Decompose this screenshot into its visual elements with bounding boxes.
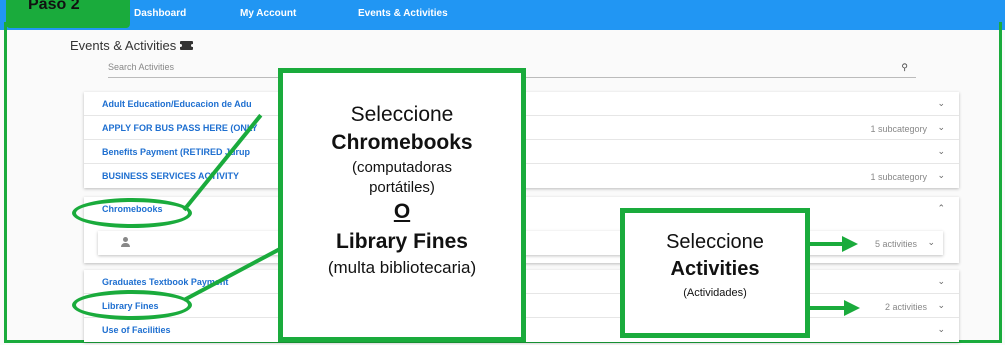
- category-label[interactable]: APPLY FOR BUS PASS HERE (ONLY: [102, 123, 258, 133]
- chevron-down-icon[interactable]: ⌄: [937, 300, 945, 311]
- callout-text: Chromebooks: [331, 131, 473, 154]
- chevron-down-icon[interactable]: ⌄: [937, 146, 945, 157]
- activities-count[interactable]: 2 activities: [885, 302, 927, 312]
- chevron-down-icon[interactable]: ⌄: [937, 170, 945, 181]
- person-icon: [120, 237, 130, 247]
- step-badge: Paso 2: [6, 0, 130, 28]
- callout-text: portátiles): [369, 179, 435, 196]
- nav-my-account[interactable]: My Account: [240, 8, 296, 19]
- callout-text: (computadoras: [351, 159, 453, 176]
- callout-text: Seleccione: [350, 103, 454, 126]
- chevron-down-icon[interactable]: ⌄: [937, 324, 945, 335]
- callout-text: (multa bibliotecaria): [327, 258, 477, 277]
- chevron-down-icon[interactable]: ⌄: [927, 237, 935, 248]
- category-label[interactable]: Adult Education/Educacion de Adu: [102, 99, 252, 109]
- subcategory-count: 1 subcategory: [870, 124, 927, 134]
- chevron-up-icon[interactable]: ⌃: [937, 203, 945, 214]
- page-title-text: Events & Activities: [70, 38, 177, 53]
- category-label[interactable]: BUSINESS SERVICES ACTIVITY: [102, 171, 239, 181]
- chevron-down-icon[interactable]: ⌄: [937, 276, 945, 287]
- nav-events-activities[interactable]: Events & Activities: [358, 8, 448, 19]
- subcategory-count: 1 subcategory: [870, 172, 927, 182]
- nav-dashboard[interactable]: Dashboard: [134, 8, 186, 19]
- category-label[interactable]: Use of Facilities: [102, 325, 171, 335]
- ticket-icon: [179, 41, 195, 50]
- step-badge-label: Paso 2: [28, 0, 80, 13]
- arrow-shaft: [810, 242, 844, 246]
- page-title: Events & Activities: [70, 38, 195, 53]
- instruction-callout-activities: Seleccione Activities (Actividades): [620, 208, 810, 338]
- callout-text: Seleccione: [666, 231, 764, 253]
- highlight-oval-library-fines: [72, 290, 192, 320]
- callout-text: (Actividades): [683, 287, 747, 299]
- arrow-right-icon: [842, 236, 858, 252]
- callout-text: Activities: [670, 258, 760, 280]
- callout-text: O: [393, 200, 411, 223]
- instruction-callout-main: Seleccione Chromebooks (computadoras por…: [278, 68, 526, 342]
- search-icon[interactable]: ⚲: [901, 62, 908, 73]
- arrow-right-icon: [844, 300, 860, 316]
- highlight-oval-chromebooks: [72, 198, 192, 228]
- activities-count[interactable]: 5 activities: [875, 239, 917, 249]
- callout-text: Library Fines: [336, 230, 468, 253]
- chevron-down-icon[interactable]: ⌄: [937, 98, 945, 109]
- chevron-down-icon[interactable]: ⌄: [937, 122, 945, 133]
- arrow-shaft: [810, 306, 846, 310]
